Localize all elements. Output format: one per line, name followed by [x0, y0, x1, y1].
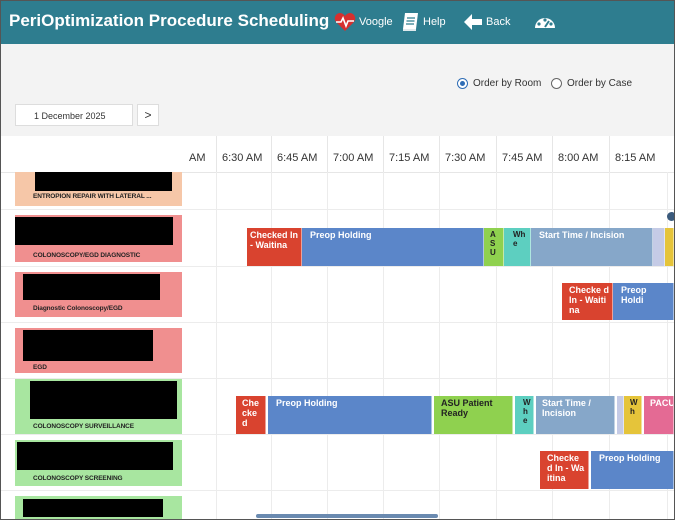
preop-holding-block[interactable]: Preop Holding: [591, 451, 674, 489]
next-day-button[interactable]: >: [137, 104, 159, 126]
wheels-in-block[interactable]: Wh e: [504, 228, 531, 266]
pacu-block[interactable]: PACU: [644, 396, 674, 434]
date-navigation: 1 December 2025 >: [1, 98, 674, 136]
procedure-name: EGD: [33, 364, 47, 371]
time-column-label: 6:30 AM: [216, 136, 271, 172]
redacted-info: [30, 381, 177, 419]
case-card[interactable]: EGD: [15, 328, 182, 373]
time-column-label: 7:45 AM: [496, 136, 552, 172]
redacted-info: [23, 274, 160, 300]
app-window: PeriOptimization Procedure Scheduling Vo…: [0, 0, 675, 520]
order-by-case-label: Order by Case: [567, 78, 633, 89]
time-column-label: 7:15 AM: [383, 136, 439, 172]
time-column-label: AM: [189, 152, 206, 164]
time-column-label: 8:00 AM: [552, 136, 609, 172]
redacted-info: [15, 217, 173, 245]
radio-unselected-icon: [551, 78, 562, 89]
back-link[interactable]: Back: [463, 12, 510, 32]
wheels-in-block[interactable]: W h e: [515, 396, 534, 434]
asu-ready-block[interactable]: ASU: [484, 228, 504, 266]
wheels-out-block[interactable]: [665, 228, 674, 266]
redacted-info: [23, 330, 153, 361]
case-card[interactable]: ENTROPION REPAIR WITH LATERAL ...: [15, 172, 182, 206]
procedure-name: COLONOSCOPY SURVEILLANCE: [33, 423, 135, 430]
asu-ready-block[interactable]: ASU Patient Ready: [434, 396, 513, 434]
checked-in-block[interactable]: Checked In - Waitina: [247, 228, 302, 266]
case-card[interactable]: COLONOSCOPY/EGD DIAGNOSTIC: [15, 215, 182, 262]
radio-selected-icon: [457, 78, 468, 89]
start-time-block[interactable]: Start Time / Incision: [536, 396, 615, 434]
heartbeat-icon: [334, 12, 356, 32]
preop-holding-block[interactable]: Preop Holding: [302, 228, 484, 266]
time-column-label: 7:30 AM: [439, 136, 496, 172]
checked-in-block[interactable]: Checke d In - Waitina: [540, 451, 589, 489]
redacted-info: [23, 499, 163, 517]
preop-holding-block[interactable]: Preop Holding: [268, 396, 432, 434]
wheels-out-block[interactable]: W h: [624, 396, 642, 434]
voogle-link[interactable]: Voogle: [334, 12, 393, 32]
time-header: AM 6:30 AM 6:45 AM 7:00 AM 7:15 AM 7:30 …: [1, 136, 674, 173]
schedule-grid: ENTROPION REPAIR WITH LATERAL ... COLONO…: [1, 172, 674, 519]
checked-in-block[interactable]: Checke d In - Waitina: [562, 283, 613, 320]
schedule-row: COLONOSCOPY/EGD DIAGNOSTIC Checked In - …: [1, 210, 674, 267]
schedule-row: ENTROPION REPAIR WITH LATERAL ...: [1, 172, 674, 210]
schedule-row: 2 COLONOSCOPY SURVEILLANCE Che cke d Pre…: [1, 379, 674, 435]
book-icon: [401, 12, 420, 32]
order-by-case-radio[interactable]: Order by Case: [551, 78, 632, 89]
procedure-name: COLONOSCOPY/EGD DIAGNOSTIC: [33, 252, 141, 259]
order-by-room-radio[interactable]: Order by Room: [457, 78, 541, 89]
help-link[interactable]: Help: [401, 12, 446, 32]
help-label: Help: [423, 16, 446, 28]
row-indicator-dot: [667, 212, 674, 221]
case-card[interactable]: COLONOSCOPY SCREENING: [15, 440, 182, 486]
date-field[interactable]: 1 December 2025: [15, 104, 133, 126]
order-by-room-label: Order by Room: [473, 78, 542, 89]
start-time-block[interactable]: Start Time / Incision: [531, 228, 653, 266]
back-arrow-icon: [463, 12, 483, 32]
time-column-label: 7:00 AM: [327, 136, 383, 172]
checked-in-block[interactable]: Che cke d: [236, 396, 266, 434]
procedure-name: Diagnostic Colonoscopy/EGD: [33, 305, 123, 312]
preop-holding-block[interactable]: Preop Holdi: [613, 283, 674, 320]
lavender-block[interactable]: [653, 228, 665, 266]
case-card[interactable]: [15, 496, 182, 519]
lavender-block[interactable]: [617, 396, 624, 434]
schedule-row: 1 EGD: [1, 323, 674, 379]
redacted-info: [17, 442, 173, 470]
time-column-label: 8:15 AM: [609, 136, 667, 172]
schedule-row: COLONOSCOPY SCREENING Checke d In - Wait…: [1, 435, 674, 491]
app-title: PeriOptimization Procedure Scheduling: [9, 11, 330, 30]
case-card[interactable]: COLONOSCOPY SURVEILLANCE: [15, 379, 182, 434]
time-column-label: 6:45 AM: [271, 136, 327, 172]
horizontal-scrollbar[interactable]: [256, 514, 438, 518]
voogle-label: Voogle: [359, 16, 393, 28]
procedure-name: ENTROPION REPAIR WITH LATERAL ...: [33, 193, 152, 200]
case-card[interactable]: Diagnostic Colonoscopy/EGD: [15, 272, 182, 317]
title-bar: PeriOptimization Procedure Scheduling Vo…: [1, 1, 674, 44]
redacted-info: [35, 172, 172, 191]
schedule-row: 1 Diagnostic Colonoscopy/EGD Checke d In…: [1, 267, 674, 323]
procedure-name: COLONOSCOPY SCREENING: [33, 475, 123, 482]
back-label: Back: [486, 16, 511, 28]
dashboard-button[interactable]: [533, 12, 557, 32]
options-bar: Order by Room Order by Case: [1, 44, 674, 98]
dashboard-icon: [533, 12, 557, 32]
